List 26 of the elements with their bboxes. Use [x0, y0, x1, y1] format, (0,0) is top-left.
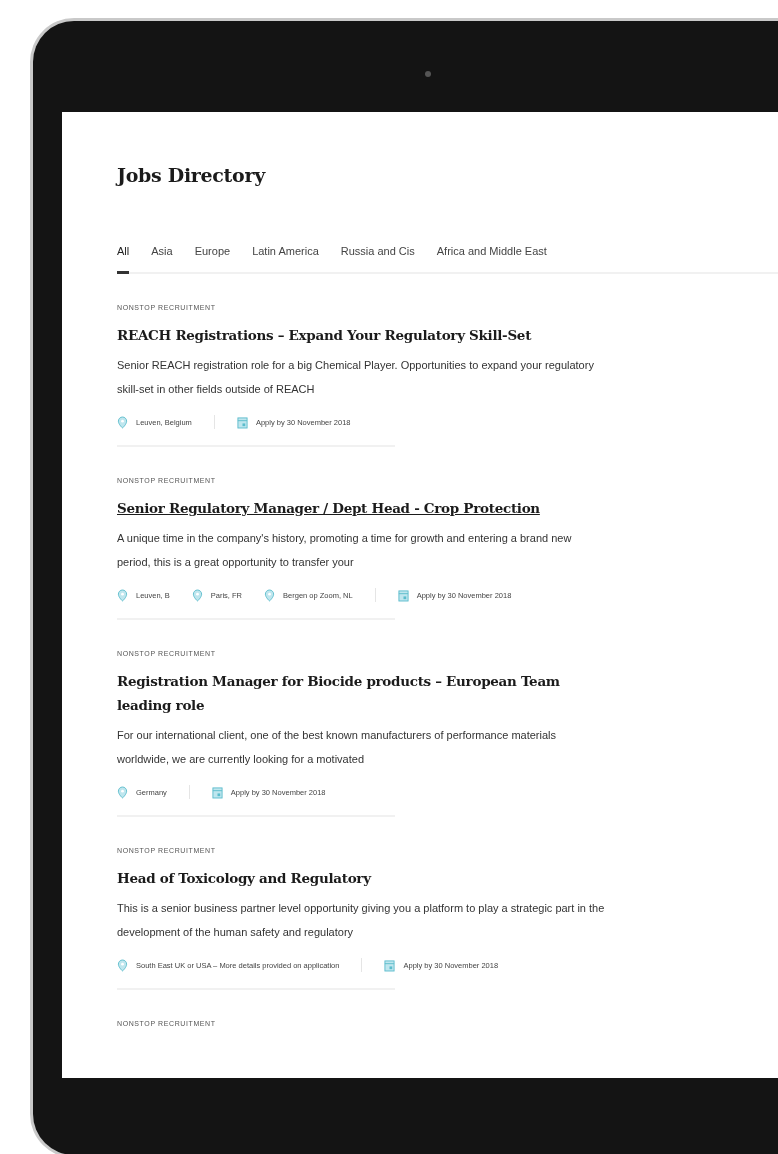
calendar-icon [384, 958, 396, 972]
calendar-icon [236, 415, 248, 429]
map-pin-icon [117, 588, 128, 602]
job-description: This is a senior business partner level opportunity giving you a platform to play a strategic part in the development of the human safety and regulatory [117, 901, 606, 940]
calendar-icon [211, 785, 223, 799]
map-pin-icon [191, 588, 203, 602]
calendar-icon [397, 588, 409, 602]
job-title-link[interactable]: Head of Toxicology and Regulatory [117, 866, 597, 890]
job-title-link[interactable]: Registration Manager for Biocide products – European Team leading role [117, 669, 597, 717]
job-title-link[interactable]: REACH Registrations – Expand Your Regulatory Skill-Set [117, 323, 597, 347]
map-pin-icon [117, 415, 128, 429]
job-description: Senior REACH registration role for a big Chemical Player. Opportunities to expand your regulatory skill-set in other fields outside of REACH [117, 358, 595, 397]
map-pin-icon [117, 958, 128, 972]
filter-tab[interactable]: Russia and Cis [340, 245, 415, 274]
filter-tab[interactable]: Europe [194, 245, 231, 274]
filter-tab[interactable]: Africa and Middle East [436, 245, 547, 274]
job-title-link[interactable]: Senior Regulatory Manager / Dept Head - Crop Protection [117, 496, 597, 520]
map-pin-icon [117, 785, 128, 799]
filter-tab[interactable]: All [117, 245, 130, 274]
filter-tab[interactable]: Asia [151, 245, 173, 274]
filter-tab[interactable]: Latin America [252, 245, 319, 274]
job-description: A unique time in the company's history, promoting a time for growth and entering a brand new period, this is a great opportunity to transfer your [117, 531, 573, 570]
page-title: Jobs Directory [117, 164, 267, 186]
job-description: For our international client, one of the best known manufacturers of performance materials worldwide, we are currently looking for a motivated [117, 728, 557, 767]
camera-dot [425, 71, 431, 77]
map-pin-icon [264, 588, 276, 602]
